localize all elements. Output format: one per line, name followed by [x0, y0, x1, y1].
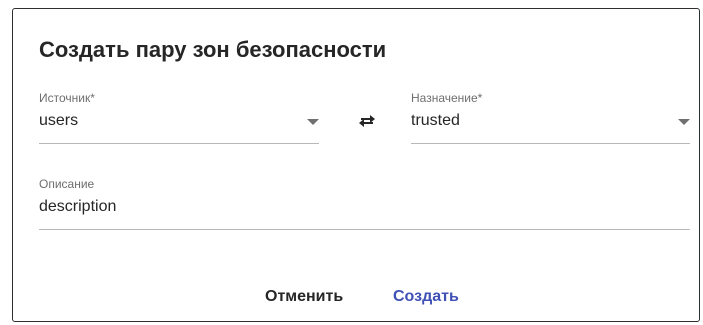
- chevron-down-icon[interactable]: [307, 119, 319, 125]
- source-select[interactable]: Источник* users: [39, 91, 319, 144]
- description-label: Описание: [39, 177, 95, 191]
- description-field[interactable]: Описание description: [39, 177, 690, 230]
- dialog-title: Создать пару зон безопасности: [39, 37, 387, 62]
- destination-value: trusted: [411, 112, 460, 129]
- description-input[interactable]: description: [39, 198, 116, 216]
- swap-arrows-icon[interactable]: [353, 108, 381, 132]
- create-zone-pair-dialog: Создать пару зон безопасности Источник* …: [12, 8, 700, 322]
- create-button[interactable]: Создать: [393, 288, 459, 306]
- source-value: users: [39, 112, 79, 129]
- cancel-button[interactable]: Отменить: [265, 288, 343, 306]
- destination-label: Назначение*: [411, 91, 483, 105]
- source-label: Источник*: [39, 91, 95, 105]
- destination-select[interactable]: Назначение* trusted: [411, 91, 690, 144]
- chevron-down-icon[interactable]: [678, 119, 690, 125]
